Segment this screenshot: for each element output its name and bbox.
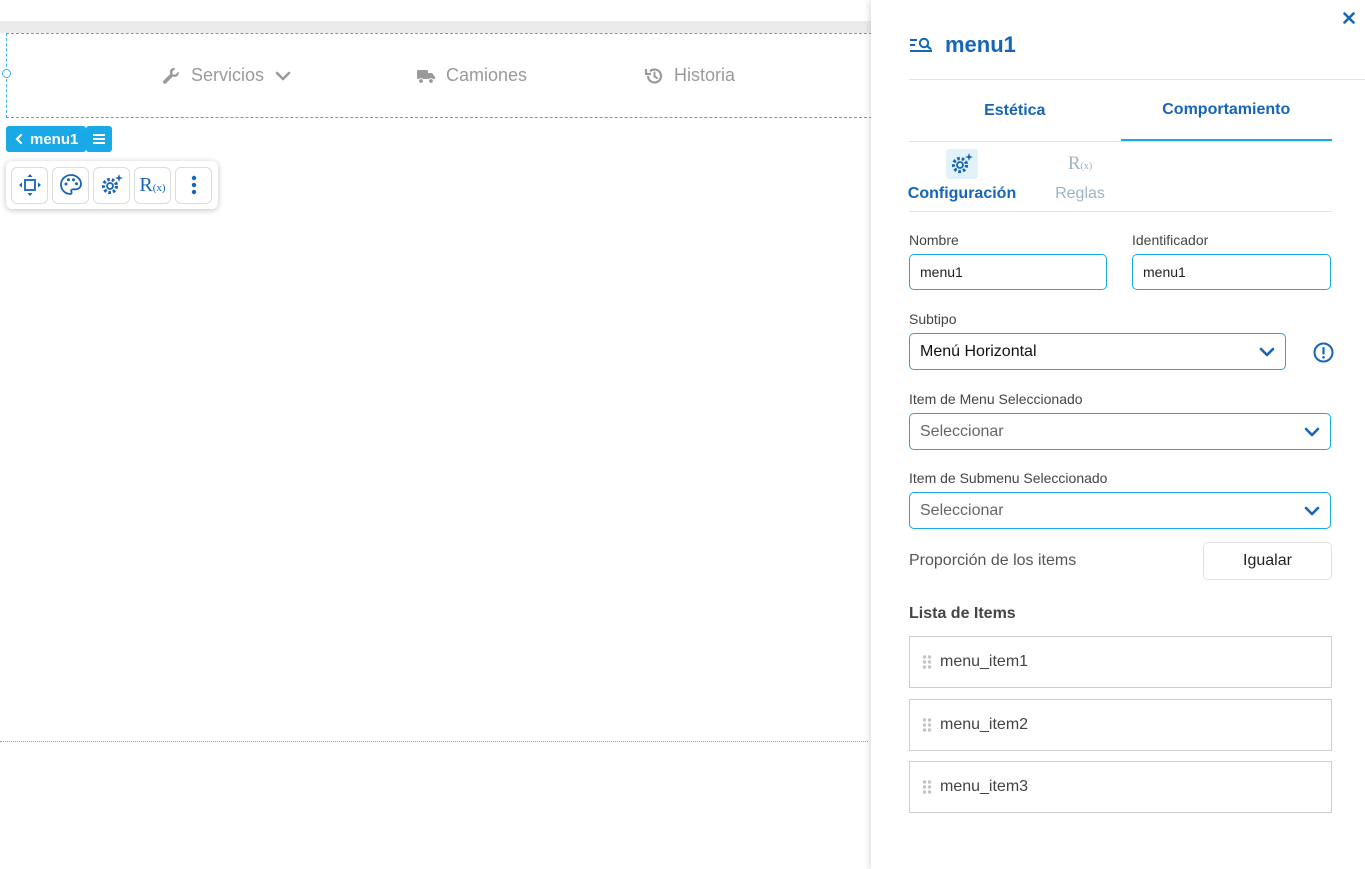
igualar-label: Igualar — [1243, 552, 1292, 569]
menu-item-label: Camiones — [446, 65, 528, 85]
selected-component-tag[interactable]: menu1 — [6, 126, 87, 152]
chevron-down-icon — [275, 71, 291, 80]
configuration-icon-box — [946, 149, 978, 179]
subtab-label: Configuración — [907, 185, 1017, 202]
component-list-button[interactable] — [86, 126, 112, 152]
item-submenu-label: Item de Submenu Seleccionado — [909, 470, 1108, 486]
list-item-label: menu_item3 — [940, 778, 1029, 795]
palette-icon — [59, 174, 82, 195]
history-icon — [644, 67, 663, 84]
panel-title: menu1 — [945, 32, 1016, 57]
properties-panel: menu1 Estética Comportamiento Configurac… — [871, 0, 1365, 869]
identificador-label: Identificador — [1132, 232, 1209, 248]
nombre-input[interactable]: menu1 — [909, 254, 1107, 290]
item-menu-value: Seleccionar — [920, 422, 1004, 440]
proporcion-label: Proporción de los items — [909, 552, 1077, 569]
list-item[interactable]: menu_item1 — [909, 636, 1332, 688]
igualar-button[interactable]: Igualar — [1203, 542, 1332, 580]
canvas-top-bar — [0, 21, 871, 33]
rules-fx-icon: R(x) — [139, 173, 166, 196]
close-button[interactable] — [1343, 8, 1355, 28]
more-options-button[interactable] — [175, 166, 212, 204]
editor-canvas: Servicios Camiones Historia menu1 R(x) — [0, 0, 872, 869]
subtab-label: Reglas — [1055, 185, 1105, 202]
subtab-configuracion[interactable]: Configuración — [907, 149, 1017, 203]
configuration-button[interactable] — [93, 166, 130, 204]
subtipo-value: Menú Horizontal — [920, 342, 1037, 360]
tab-estetica[interactable]: Estética — [909, 80, 1121, 141]
chevron-down-icon — [1259, 347, 1275, 356]
selected-component-name: menu1 — [30, 130, 79, 148]
behavior-subtabs: Configuración R(x) Reglas — [907, 143, 1332, 212]
rules-icon-box: R(x) — [1064, 149, 1096, 179]
drag-handle-icon[interactable] — [922, 717, 932, 733]
menu-item-historia[interactable]: Historia — [644, 65, 735, 86]
tab-label: Estética — [984, 101, 1046, 119]
menu-item-label: Servicios — [191, 65, 265, 85]
subtipo-select[interactable]: Menú Horizontal — [909, 333, 1286, 370]
panel-tabs: Estética Comportamiento — [909, 80, 1332, 142]
resize-handle[interactable] — [2, 69, 11, 78]
more-vertical-icon — [191, 175, 196, 195]
identificador-input[interactable]: menu1 — [1132, 254, 1331, 290]
identificador-value: menu1 — [1143, 264, 1186, 280]
drag-handle-icon[interactable] — [922, 779, 932, 795]
list-item-label: menu_item1 — [940, 653, 1029, 670]
menu-search-icon — [910, 37, 932, 52]
move-button[interactable] — [11, 166, 48, 204]
item-submenu-value: Seleccionar — [920, 501, 1004, 519]
item-submenu-select[interactable]: Seleccionar — [909, 492, 1331, 529]
menu-item-servicios[interactable]: Servicios — [161, 65, 292, 86]
menu-item-label: Historia — [674, 65, 736, 85]
rules-fx-icon: R(x) — [1067, 153, 1093, 174]
chevron-down-icon — [1304, 427, 1320, 436]
horizontal-menu-component[interactable]: Servicios Camiones Historia — [2, 33, 872, 118]
item-menu-label: Item de Menu Seleccionado — [909, 391, 1083, 407]
canvas-section-divider — [0, 741, 868, 742]
rules-button[interactable]: R(x) — [134, 166, 171, 204]
settings-gear-icon — [101, 174, 123, 195]
menu-item-camiones[interactable]: Camiones — [416, 65, 527, 86]
list-item[interactable]: menu_item3 — [909, 761, 1332, 813]
menu-list-icon — [93, 134, 105, 144]
items-list-title: Lista de Items — [909, 605, 1016, 622]
list-item[interactable]: menu_item2 — [909, 699, 1332, 751]
move-icon — [18, 174, 41, 196]
tab-comportamiento[interactable]: Comportamiento — [1120, 80, 1332, 141]
tab-label: Comportamiento — [1162, 100, 1291, 118]
truck-icon — [417, 69, 435, 84]
style-button[interactable] — [52, 166, 89, 204]
close-icon — [1343, 12, 1355, 24]
drag-handle-icon[interactable] — [922, 654, 932, 670]
info-alert-icon — [1313, 342, 1334, 363]
settings-gear-icon — [951, 153, 973, 174]
wrench-icon — [162, 67, 179, 84]
panel-header: menu1 — [909, 32, 1016, 58]
nombre-value: menu1 — [920, 264, 963, 280]
component-toolbar: R(x) — [6, 161, 218, 209]
list-item-label: menu_item2 — [940, 716, 1029, 733]
subtipo-label: Subtipo — [909, 311, 957, 327]
chevron-down-icon — [1304, 506, 1320, 515]
chevron-left-icon — [15, 133, 23, 145]
subtab-reglas[interactable]: R(x) Reglas — [1055, 149, 1105, 203]
item-menu-select[interactable]: Seleccionar — [909, 413, 1331, 450]
nombre-label: Nombre — [909, 232, 959, 248]
subtipo-info-button[interactable] — [1313, 342, 1334, 368]
